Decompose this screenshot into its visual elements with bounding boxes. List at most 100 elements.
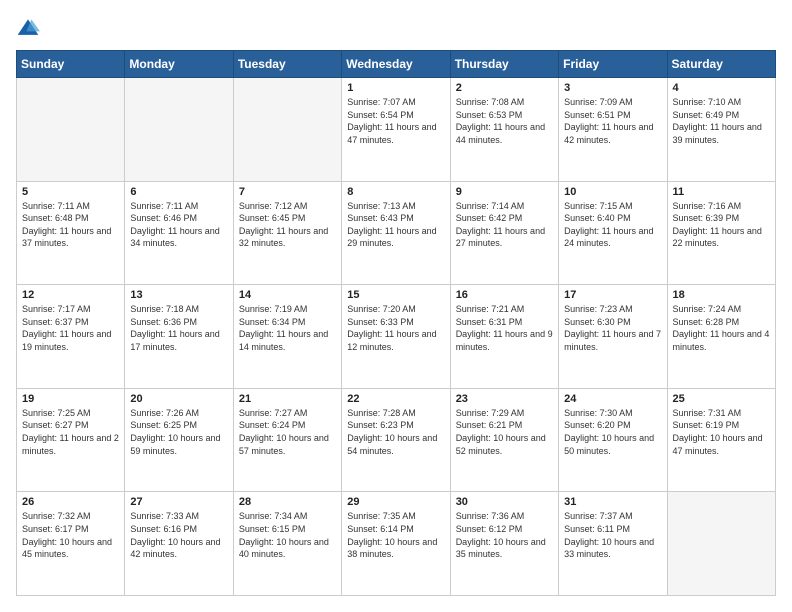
day-number: 15 xyxy=(347,289,444,301)
day-number: 26 xyxy=(22,496,119,508)
day-number: 5 xyxy=(22,186,119,198)
day-number: 2 xyxy=(456,82,553,94)
calendar-day-header: Tuesday xyxy=(233,51,341,78)
day-number: 4 xyxy=(673,82,770,94)
day-info: Sunrise: 7:21 AM Sunset: 6:31 PM Dayligh… xyxy=(456,303,553,353)
calendar-day-cell: 5 Sunrise: 7:11 AM Sunset: 6:48 PM Daylig… xyxy=(17,181,125,285)
logo xyxy=(16,16,44,40)
day-info: Sunrise: 7:36 AM Sunset: 6:12 PM Dayligh… xyxy=(456,510,553,560)
day-number: 27 xyxy=(130,496,227,508)
calendar-day-cell: 30 Sunrise: 7:36 AM Sunset: 6:12 PM Dayli… xyxy=(450,492,558,596)
day-info: Sunrise: 7:18 AM Sunset: 6:36 PM Dayligh… xyxy=(130,303,227,353)
calendar-day-cell: 16 Sunrise: 7:21 AM Sunset: 6:31 PM Dayli… xyxy=(450,285,558,389)
page: SundayMondayTuesdayWednesdayThursdayFrid… xyxy=(0,0,792,612)
calendar-week-row: 5 Sunrise: 7:11 AM Sunset: 6:48 PM Daylig… xyxy=(17,181,776,285)
calendar-day-cell: 1 Sunrise: 7:07 AM Sunset: 6:54 PM Daylig… xyxy=(342,78,450,182)
calendar-week-row: 19 Sunrise: 7:25 AM Sunset: 6:27 PM Dayli… xyxy=(17,388,776,492)
calendar-day-cell xyxy=(125,78,233,182)
calendar-day-cell: 3 Sunrise: 7:09 AM Sunset: 6:51 PM Daylig… xyxy=(559,78,667,182)
day-info: Sunrise: 7:12 AM Sunset: 6:45 PM Dayligh… xyxy=(239,200,336,250)
calendar-day-cell xyxy=(667,492,775,596)
day-info: Sunrise: 7:27 AM Sunset: 6:24 PM Dayligh… xyxy=(239,407,336,457)
calendar-table: SundayMondayTuesdayWednesdayThursdayFrid… xyxy=(16,50,776,596)
day-info: Sunrise: 7:09 AM Sunset: 6:51 PM Dayligh… xyxy=(564,96,661,146)
calendar-day-cell: 23 Sunrise: 7:29 AM Sunset: 6:21 PM Dayli… xyxy=(450,388,558,492)
calendar-day-header: Saturday xyxy=(667,51,775,78)
day-number: 6 xyxy=(130,186,227,198)
calendar-day-cell: 12 Sunrise: 7:17 AM Sunset: 6:37 PM Dayli… xyxy=(17,285,125,389)
day-info: Sunrise: 7:14 AM Sunset: 6:42 PM Dayligh… xyxy=(456,200,553,250)
day-info: Sunrise: 7:15 AM Sunset: 6:40 PM Dayligh… xyxy=(564,200,661,250)
day-info: Sunrise: 7:17 AM Sunset: 6:37 PM Dayligh… xyxy=(22,303,119,353)
calendar-week-row: 12 Sunrise: 7:17 AM Sunset: 6:37 PM Dayli… xyxy=(17,285,776,389)
day-number: 12 xyxy=(22,289,119,301)
calendar-day-cell: 20 Sunrise: 7:26 AM Sunset: 6:25 PM Dayli… xyxy=(125,388,233,492)
day-info: Sunrise: 7:33 AM Sunset: 6:16 PM Dayligh… xyxy=(130,510,227,560)
calendar-day-cell: 2 Sunrise: 7:08 AM Sunset: 6:53 PM Daylig… xyxy=(450,78,558,182)
day-info: Sunrise: 7:25 AM Sunset: 6:27 PM Dayligh… xyxy=(22,407,119,457)
logo-icon xyxy=(16,16,40,40)
day-info: Sunrise: 7:10 AM Sunset: 6:49 PM Dayligh… xyxy=(673,96,770,146)
calendar-day-cell: 22 Sunrise: 7:28 AM Sunset: 6:23 PM Dayli… xyxy=(342,388,450,492)
day-number: 22 xyxy=(347,393,444,405)
day-number: 3 xyxy=(564,82,661,94)
calendar-day-cell: 24 Sunrise: 7:30 AM Sunset: 6:20 PM Dayli… xyxy=(559,388,667,492)
day-info: Sunrise: 7:28 AM Sunset: 6:23 PM Dayligh… xyxy=(347,407,444,457)
day-info: Sunrise: 7:19 AM Sunset: 6:34 PM Dayligh… xyxy=(239,303,336,353)
day-number: 20 xyxy=(130,393,227,405)
day-number: 1 xyxy=(347,82,444,94)
header xyxy=(16,16,776,40)
day-info: Sunrise: 7:23 AM Sunset: 6:30 PM Dayligh… xyxy=(564,303,661,353)
calendar-day-cell: 29Sunrise: 7:35 AM Sunset: 6:14 PM Dayli… xyxy=(342,492,450,596)
calendar-day-cell: 18 Sunrise: 7:24 AM Sunset: 6:28 PM Dayli… xyxy=(667,285,775,389)
day-info: Sunrise: 7:11 AM Sunset: 6:48 PM Dayligh… xyxy=(22,200,119,250)
day-info: Sunrise: 7:16 AM Sunset: 6:39 PM Dayligh… xyxy=(673,200,770,250)
calendar-header-row: SundayMondayTuesdayWednesdayThursdayFrid… xyxy=(17,51,776,78)
calendar-day-cell: 17 Sunrise: 7:23 AM Sunset: 6:30 PM Dayli… xyxy=(559,285,667,389)
day-number: 30 xyxy=(456,496,553,508)
day-info: Sunrise: 7:11 AM Sunset: 6:46 PM Dayligh… xyxy=(130,200,227,250)
calendar-day-cell: 26Sunrise: 7:32 AM Sunset: 6:17 PM Dayli… xyxy=(17,492,125,596)
calendar-day-cell: 14 Sunrise: 7:19 AM Sunset: 6:34 PM Dayli… xyxy=(233,285,341,389)
day-info: Sunrise: 7:20 AM Sunset: 6:33 PM Dayligh… xyxy=(347,303,444,353)
calendar-day-header: Friday xyxy=(559,51,667,78)
calendar-day-cell: 19 Sunrise: 7:25 AM Sunset: 6:27 PM Dayli… xyxy=(17,388,125,492)
day-number: 23 xyxy=(456,393,553,405)
calendar-day-cell: 10Sunrise: 7:15 AM Sunset: 6:40 PM Dayli… xyxy=(559,181,667,285)
day-number: 13 xyxy=(130,289,227,301)
day-number: 9 xyxy=(456,186,553,198)
day-info: Sunrise: 7:30 AM Sunset: 6:20 PM Dayligh… xyxy=(564,407,661,457)
day-info: Sunrise: 7:37 AM Sunset: 6:11 PM Dayligh… xyxy=(564,510,661,560)
calendar-day-header: Monday xyxy=(125,51,233,78)
day-info: Sunrise: 7:07 AM Sunset: 6:54 PM Dayligh… xyxy=(347,96,444,146)
calendar-day-header: Sunday xyxy=(17,51,125,78)
calendar-day-cell xyxy=(233,78,341,182)
day-number: 25 xyxy=(673,393,770,405)
day-number: 17 xyxy=(564,289,661,301)
day-number: 19 xyxy=(22,393,119,405)
day-number: 24 xyxy=(564,393,661,405)
day-info: Sunrise: 7:13 AM Sunset: 6:43 PM Dayligh… xyxy=(347,200,444,250)
day-number: 11 xyxy=(673,186,770,198)
calendar-day-header: Wednesday xyxy=(342,51,450,78)
day-info: Sunrise: 7:26 AM Sunset: 6:25 PM Dayligh… xyxy=(130,407,227,457)
day-info: Sunrise: 7:35 AM Sunset: 6:14 PM Dayligh… xyxy=(347,510,444,560)
day-number: 31 xyxy=(564,496,661,508)
calendar-day-cell: 11 Sunrise: 7:16 AM Sunset: 6:39 PM Dayli… xyxy=(667,181,775,285)
calendar-day-cell: 7 Sunrise: 7:12 AM Sunset: 6:45 PM Daylig… xyxy=(233,181,341,285)
calendar-day-header: Thursday xyxy=(450,51,558,78)
day-info: Sunrise: 7:24 AM Sunset: 6:28 PM Dayligh… xyxy=(673,303,770,353)
calendar-week-row: 1 Sunrise: 7:07 AM Sunset: 6:54 PM Daylig… xyxy=(17,78,776,182)
calendar-day-cell: 9 Sunrise: 7:14 AM Sunset: 6:42 PM Daylig… xyxy=(450,181,558,285)
day-info: Sunrise: 7:31 AM Sunset: 6:19 PM Dayligh… xyxy=(673,407,770,457)
day-number: 28 xyxy=(239,496,336,508)
calendar-day-cell: 15 Sunrise: 7:20 AM Sunset: 6:33 PM Dayli… xyxy=(342,285,450,389)
calendar-day-cell: 13 Sunrise: 7:18 AM Sunset: 6:36 PM Dayli… xyxy=(125,285,233,389)
day-number: 16 xyxy=(456,289,553,301)
day-info: Sunrise: 7:08 AM Sunset: 6:53 PM Dayligh… xyxy=(456,96,553,146)
day-number: 7 xyxy=(239,186,336,198)
day-number: 14 xyxy=(239,289,336,301)
day-number: 18 xyxy=(673,289,770,301)
day-info: Sunrise: 7:29 AM Sunset: 6:21 PM Dayligh… xyxy=(456,407,553,457)
calendar-week-row: 26Sunrise: 7:32 AM Sunset: 6:17 PM Dayli… xyxy=(17,492,776,596)
